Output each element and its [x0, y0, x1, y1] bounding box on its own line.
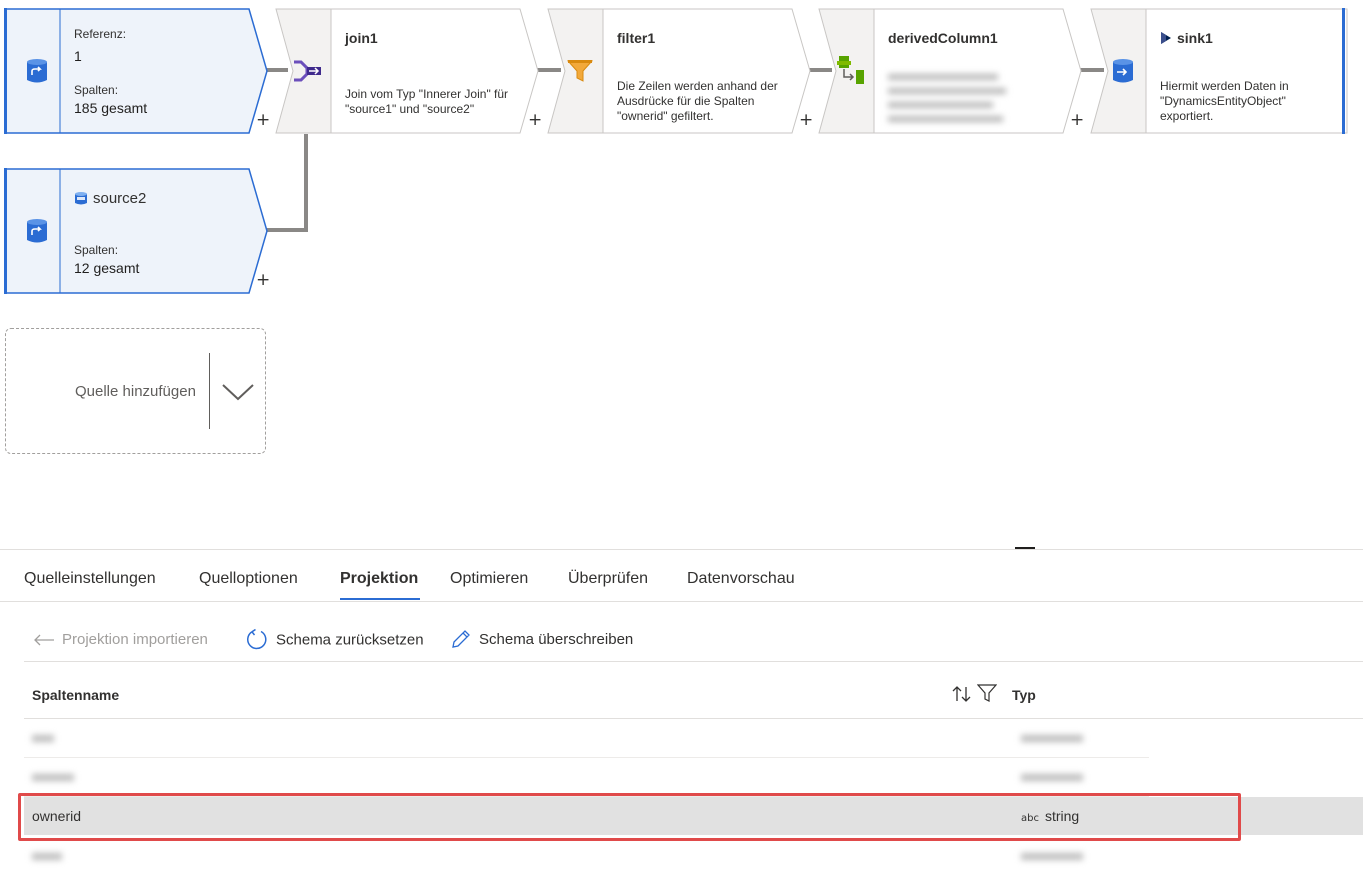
splitter-handle[interactable] — [1015, 547, 1035, 549]
source1-cols-label: Spalten: — [74, 83, 119, 97]
source2-add-transform-button[interactable]: + — [256, 272, 270, 289]
tab-active-indicator — [340, 598, 420, 600]
table-row[interactable] — [24, 837, 1149, 875]
table-row[interactable] — [24, 758, 1149, 797]
filter1-title: filter1 — [617, 30, 656, 46]
derivedColumn1-title: derivedColumn1 — [888, 30, 998, 46]
table-row[interactable] — [24, 719, 1149, 758]
connector-source2-join-horizontal — [266, 228, 308, 232]
sink1-node[interactable]: sink1 Hiermit werden Daten in "DynamicsE… — [1090, 8, 1354, 134]
refresh-icon — [247, 628, 267, 650]
tab-optimieren[interactable]: Optimieren — [450, 570, 528, 588]
filter-funnel-icon — [567, 60, 593, 82]
column-header-name[interactable]: Spaltenname — [32, 687, 119, 703]
join1-node[interactable]: join1 Join vom Typ "Innerer Join" für "s… — [275, 8, 539, 134]
sort-icon[interactable] — [952, 685, 972, 703]
tab-quelloptionen[interactable]: Quelloptionen — [199, 570, 298, 588]
source2-cols-value: 12 gesamt — [74, 260, 140, 276]
source1-cols-value: 185 gesamt — [74, 100, 148, 116]
tab-ueberpruefen[interactable]: Überprüfen — [568, 570, 648, 588]
panel-splitter[interactable] — [0, 549, 1363, 550]
import-projection-button[interactable]: Projektion importieren — [34, 631, 208, 648]
sink1-title: sink1 — [1177, 30, 1213, 46]
derivedColumn1-node[interactable]: derivedColumn1 — [818, 8, 1082, 134]
override-schema-button[interactable]: Schema überschreiben — [451, 629, 634, 649]
source2-database-icon — [27, 219, 47, 243]
join1-add-transform-button[interactable]: + — [528, 112, 542, 129]
join1-title: join1 — [345, 30, 378, 46]
table-row-type-redacted — [1021, 853, 1083, 860]
source2-node[interactable]: source2 Spalten: 12 gesamt — [4, 168, 268, 294]
tab-datenvorschau[interactable]: Datenvorschau — [687, 570, 795, 588]
filter1-add-transform-button[interactable]: + — [799, 112, 813, 129]
sink-database-icon — [1113, 59, 1133, 83]
source2-cols-label: Spalten: — [74, 243, 119, 257]
filter-icon[interactable] — [977, 684, 997, 702]
table-row-name-redacted — [32, 853, 62, 860]
source2-title: source2 — [93, 190, 147, 207]
table-row-name-redacted — [32, 735, 54, 742]
column-header-type[interactable]: Typ — [1012, 687, 1036, 703]
source1-ref-label: Referenz: — [74, 27, 127, 41]
table-row-type-redacted — [1021, 774, 1083, 781]
reset-schema-label: Schema zurücksetzen — [276, 631, 424, 649]
derived-column-icon — [837, 56, 864, 84]
highlight-annotation-box — [18, 793, 1241, 841]
table-row-type-redacted — [1021, 735, 1083, 742]
sink1-description: Hiermit werden Daten in "DynamicsEntityO… — [1160, 79, 1289, 123]
arrow-left-icon — [34, 634, 54, 646]
import-projection-label: Projektion importieren — [62, 631, 208, 648]
tab-projektion[interactable]: Projektion — [340, 570, 418, 588]
filter1-node[interactable]: filter1 Die Zeilen werden anhand der Aus… — [547, 8, 811, 134]
connector-source2-join-vertical — [304, 134, 308, 232]
join1-description: Join vom Typ "Innerer Join" für "source1… — [345, 87, 509, 116]
filter1-description: Die Zeilen werden anhand der Ausdrücke f… — [617, 79, 778, 123]
dynamics-logo-icon — [1161, 32, 1171, 44]
override-schema-label: Schema überschreiben — [479, 631, 634, 648]
derivedColumn1-add-transform-button[interactable]: + — [1070, 112, 1084, 129]
add-source-button[interactable]: Quelle hinzufügen — [5, 328, 266, 454]
add-source-divider — [209, 353, 210, 429]
table-header-top-border — [24, 661, 1363, 662]
tab-quelleinstellungen[interactable]: Quelleinstellungen — [24, 570, 156, 588]
source1-ref-value: 1 — [74, 48, 82, 64]
chevron-down-icon — [222, 384, 254, 401]
add-source-label: Quelle hinzufügen — [75, 383, 196, 400]
source1-add-transform-button[interactable]: + — [256, 112, 270, 129]
source-database-icon — [27, 59, 47, 83]
derivedColumn1-description-redacted — [888, 70, 1008, 130]
reset-schema-button[interactable]: Schema zurücksetzen — [246, 628, 424, 650]
sql-database-icon — [75, 192, 87, 205]
join-icon — [294, 60, 321, 82]
source1-node[interactable]: Referenz: 1 Spalten: 185 gesamt — [4, 8, 268, 134]
table-row-name-redacted — [32, 774, 74, 781]
edit-pencil-icon — [452, 629, 470, 648]
dataflow-canvas[interactable]: Referenz: 1 Spalten: 185 gesamt + join1 … — [0, 0, 1363, 540]
